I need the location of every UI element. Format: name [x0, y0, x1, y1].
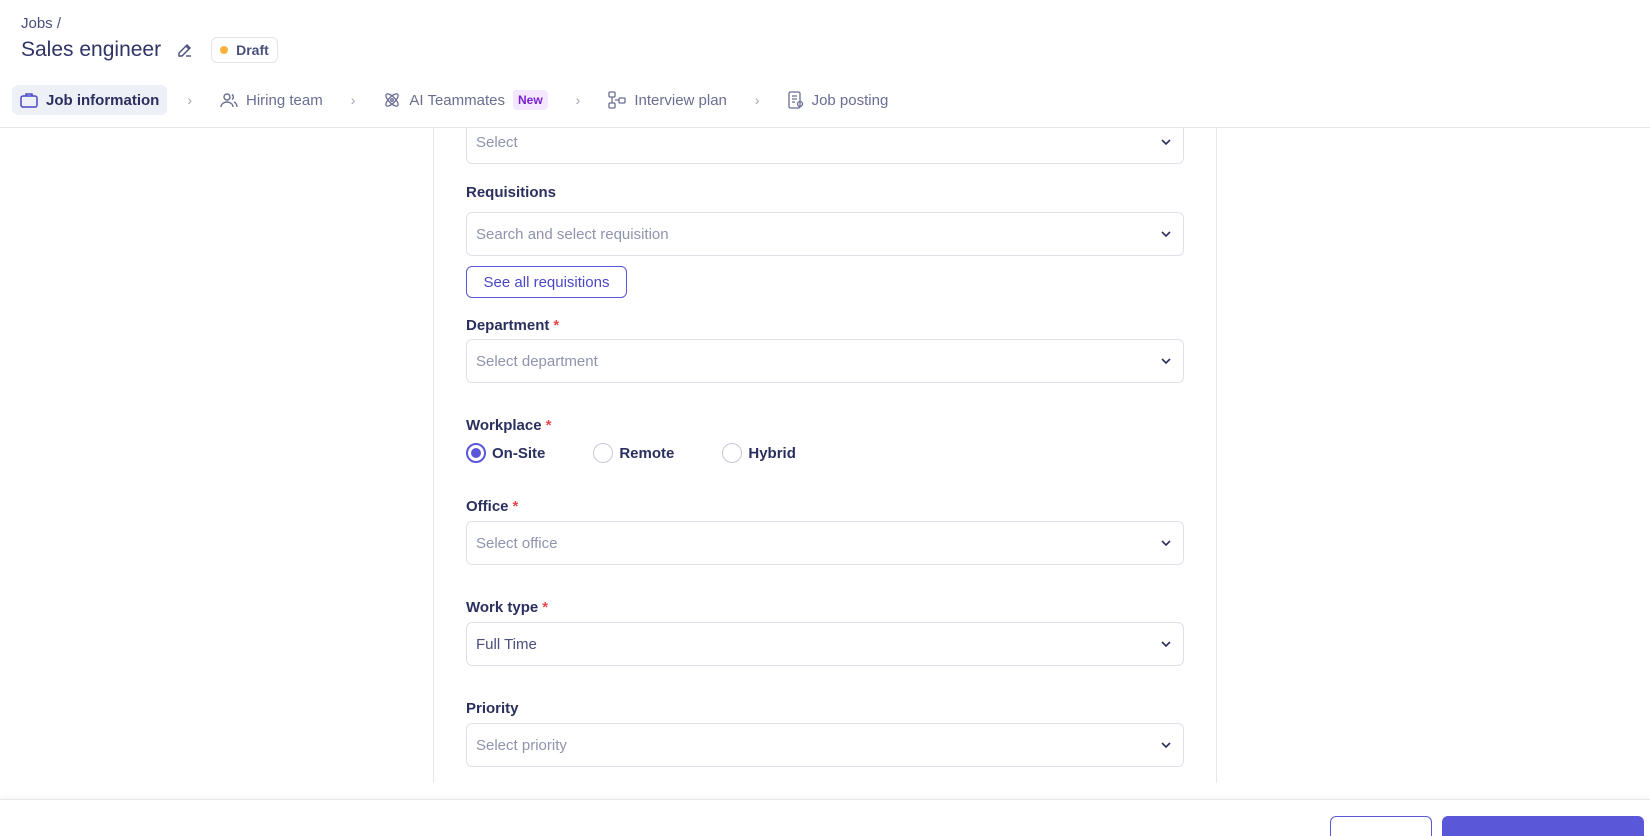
workplace-label-text: Workplace [466, 417, 542, 434]
top-select-placeholder: Select [476, 133, 518, 151]
priority-select[interactable]: Select priority [466, 723, 1184, 767]
new-badge: New [512, 90, 548, 110]
tab-label: Hiring team [246, 91, 323, 109]
office-label-text: Office [466, 498, 509, 515]
radio-selected-icon [466, 443, 486, 463]
radio-label: Remote [619, 444, 675, 462]
chevron-right-icon: › [187, 92, 192, 108]
chevron-down-icon [1161, 358, 1171, 365]
radio-empty-icon [722, 443, 743, 463]
chevron-down-icon [1161, 540, 1171, 547]
chevron-down-icon [1161, 139, 1171, 146]
step-navigation: Job information › Hiring team › AI Teamm… [12, 85, 896, 115]
chevron-down-icon [1161, 742, 1171, 749]
requisitions-select[interactable]: Search and select requisition [466, 212, 1184, 256]
radio-label: Hybrid [748, 444, 796, 462]
primary-action-button[interactable] [1442, 816, 1644, 836]
secondary-action-button[interactable] [1330, 816, 1432, 836]
department-select[interactable]: Select department [466, 339, 1184, 383]
tab-hiring-team[interactable]: Hiring team [212, 85, 331, 115]
see-all-requisitions-button[interactable]: See all requisitions [466, 266, 627, 298]
work-type-select[interactable]: Full Time [466, 622, 1184, 666]
office-placeholder: Select office [476, 534, 558, 552]
chevron-down-icon [1161, 231, 1171, 238]
office-label: Office * [466, 498, 518, 515]
required-marker: * [545, 417, 552, 434]
department-label: Department * [466, 317, 559, 334]
radio-remote[interactable]: Remote [593, 443, 674, 463]
requisitions-placeholder: Search and select requisition [476, 225, 669, 243]
page-title: Sales engineer [21, 38, 162, 61]
tab-interview-plan[interactable]: Interview plan [600, 85, 735, 115]
briefcase-icon [20, 93, 38, 108]
page-header: Jobs / Sales engineer Draft Job informat… [0, 0, 1650, 128]
work-type-label: Work type * [466, 599, 548, 616]
document-icon [787, 91, 803, 109]
required-marker: * [553, 317, 560, 334]
work-type-label-text: Work type [466, 599, 539, 616]
chevron-right-icon: › [575, 92, 581, 108]
atom-icon [385, 93, 400, 107]
tab-label: Interview plan [634, 91, 727, 109]
status-badge: Draft [211, 37, 278, 63]
status-label: Draft [236, 42, 269, 58]
status-dot [220, 46, 229, 54]
chevron-down-icon [1161, 641, 1171, 648]
tab-ai-teammates[interactable]: AI Teammates New [375, 85, 555, 115]
priority-label-text: Priority [466, 700, 519, 717]
workplace-radio-group: On-Site Remote Hybrid [466, 442, 844, 464]
tab-label: Job posting [811, 91, 889, 109]
tab-label: AI Teammates [409, 91, 505, 109]
required-marker: * [512, 498, 519, 515]
flow-icon [608, 91, 626, 109]
radio-empty-icon [593, 443, 614, 463]
title-row: Sales engineer Draft [21, 36, 278, 64]
department-label-text: Department [466, 317, 550, 334]
priority-label: Priority [466, 700, 519, 717]
users-icon [220, 93, 238, 108]
requisitions-label: Requisitions [466, 184, 556, 201]
breadcrumb[interactable]: Jobs / [21, 15, 61, 32]
office-select[interactable]: Select office [466, 521, 1184, 565]
radio-hybrid[interactable]: Hybrid [722, 443, 796, 463]
job-form: Select Requisitions Search and select re… [433, 120, 1217, 783]
radio-label: On-Site [492, 444, 546, 462]
footer-bar [0, 799, 1650, 836]
tab-job-posting[interactable]: Job posting [780, 85, 897, 115]
radio-on-site[interactable]: On-Site [466, 443, 545, 463]
tab-label: Job information [46, 91, 160, 109]
tab-job-information[interactable]: Job information [12, 85, 168, 115]
required-marker: * [542, 599, 549, 616]
chevron-right-icon: › [754, 92, 760, 108]
chevron-right-icon: › [350, 92, 356, 108]
pencil-icon[interactable] [175, 40, 195, 60]
priority-placeholder: Select priority [476, 736, 567, 754]
department-placeholder: Select department [476, 352, 598, 370]
requisitions-label-text: Requisitions [466, 184, 557, 201]
workplace-label: Workplace * [466, 417, 551, 434]
work-type-value: Full Time [476, 635, 537, 653]
